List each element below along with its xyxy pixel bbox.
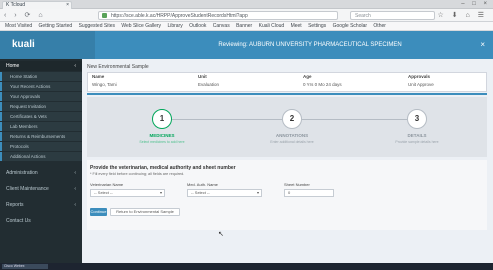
authority-select-value: -- Select -- [191,190,210,195]
sheet-number-label: Sheet Number [284,182,310,187]
bookmark-item[interactable]: Other [373,23,386,29]
table-cell: Unit Approve [408,82,434,87]
sidebar-item-lab-members[interactable]: Lab Members [0,122,82,131]
sidebar-item-approvals[interactable]: Your Approvals [0,92,82,101]
sidebar-header[interactable]: Home ‹ [0,61,82,71]
taskbar: Cisco Webex [0,263,493,270]
main-content: New Environmental Sample Name Unit Age A… [82,59,493,270]
browser-toolbar-icons[interactable]: ☆ ⬇ ⌂ ☰ [438,11,487,19]
browser-titlebar: K Tcloud × – □ × [0,0,493,9]
bookmark-item[interactable]: Kuali Cloud [259,23,285,29]
sidebar-item-recent-actions[interactable]: Your Recent Actions [0,82,82,91]
step-3-subtitle: Provide sample details here [395,140,439,144]
veterinarian-select-value: -- Select -- [94,190,113,195]
sidebar-group-administration[interactable]: Administration ‹ [0,167,82,179]
step-connector [172,119,282,120]
sidebar-item-certificates[interactable]: Certificates & Vets [0,112,82,121]
chevron-left-icon: ‹ [74,202,76,208]
table-cell: Evaluation [198,82,220,87]
close-icon[interactable]: × [480,40,485,49]
authority-select[interactable]: -- Select -- ▾ [187,189,262,197]
close-tab-icon[interactable]: × [66,2,69,9]
browser-toolbar: ‹ › ⟳ ⌂ https://sce.able.k.ac/HRPP/Appro… [0,9,493,22]
browser-search-input[interactable]: Search [350,11,435,20]
window-controls[interactable]: – □ × [461,1,490,8]
sidebar-group-label: Reports [6,202,24,208]
sidebar-group-reports[interactable]: Reports ‹ [0,199,82,211]
bookmark-item[interactable]: Settings [308,23,326,29]
sheet-number-input[interactable]: 0 [284,189,334,197]
bookmark-item[interactable]: Canvas [213,23,230,29]
sidebar-item-protocols[interactable]: Protocols [0,142,82,151]
app-logo[interactable]: kuali [0,31,95,59]
veterinarian-label: Veterinarian Name [90,182,124,187]
chevron-left-icon: ‹ [74,170,76,176]
step-2-subtitle: Enter additional details here [270,140,314,144]
taskbar-item[interactable]: Cisco Webex [2,264,48,269]
table-cell: 0 Yrs 0 Mo 24 days [303,82,342,87]
sidebar-item-home-station[interactable]: Home Station [0,72,82,81]
browser-tab[interactable]: K Tcloud × [2,1,72,9]
mouse-cursor-icon: ↖ [218,231,224,238]
form-title: Provide the veterinarian, medical author… [90,165,236,171]
continue-button[interactable]: Continue [90,208,107,216]
bookmark-item[interactable]: Suggested Sites [79,23,115,29]
breadcrumb: New Environmental Sample [87,64,149,70]
return-button[interactable]: Return to Environmental Sample [110,208,180,216]
sample-form: Provide the veterinarian, medical author… [87,160,487,230]
sidebar: Home ‹ Home Station Your Recent Actions … [0,59,82,270]
form-hint: * Fill every field before continuing; al… [90,172,185,176]
browser-tab-title: K Tcloud [6,2,26,8]
sidebar-group-label: Administration [6,170,38,176]
url-bar[interactable]: https://sce.able.k.ac/HRPP/ApproveStuden… [98,11,338,20]
step-1-subtitle: Select medicines to add here [139,140,185,144]
bookmarks-bar: Most Visited Getting Started Suggested S… [0,22,493,31]
bookmark-item[interactable]: Library [167,23,182,29]
table-header: Age [303,74,312,79]
sidebar-group-client-maintenance[interactable]: Client Maintenance ‹ [0,183,82,195]
chevron-left-icon: ‹ [74,63,76,69]
chevron-down-icon: ▾ [256,190,259,195]
step-2-title: ANNOTATIONS [275,133,309,138]
table-cell: Wingo, Tami [92,82,117,87]
sidebar-item-additional-actions[interactable]: Additional Actions [0,152,82,161]
step-3-circle[interactable]: 3 [407,109,427,129]
table-header: Unit [198,74,207,79]
sidebar-group-label: Contact Us [6,218,31,224]
url-text: https://sce.able.k.ac/HRPP/ApproveStuden… [111,13,248,19]
chevron-left-icon: ‹ [74,186,76,192]
chevron-down-icon: ▾ [159,190,162,195]
page-title: Reviewing: AUBURN UNIVERSITY PHARMACEUTI… [218,42,402,48]
bookmark-item[interactable]: Google Scholar [333,23,367,29]
info-table: Name Unit Age Approvals Wingo, Tami Eval… [87,72,487,92]
bookmark-item[interactable]: Outlook [189,23,206,29]
sidebar-item-request-invitation[interactable]: Request Invitation [0,102,82,111]
authority-label: Med. Auth. Name [187,182,218,187]
lock-icon [102,13,107,18]
step-wizard: 1 MEDICINES Select medicines to add here… [87,97,487,157]
bookmark-item[interactable]: Banner [236,23,252,29]
sidebar-group-contact-us[interactable]: Contact Us [0,215,82,227]
step-connector [302,119,407,120]
navigation-buttons[interactable]: ‹ › ⟳ ⌂ [4,11,46,19]
bookmark-item[interactable]: Getting Started [39,23,73,29]
step-1-circle[interactable]: 1 [152,109,172,129]
sidebar-group-label: Client Maintenance [6,186,49,192]
bookmark-item[interactable]: Web Slice Gallery [121,23,161,29]
table-header: Approvals [408,74,431,79]
divider [87,93,487,95]
bookmark-item[interactable]: Meet [291,23,302,29]
sidebar-item-returns[interactable]: Returns & Reimbursements [0,132,82,141]
step-2-circle[interactable]: 2 [282,109,302,129]
table-header: Name [92,74,105,79]
sidebar-header-label: Home [6,63,20,69]
bookmark-item[interactable]: Most Visited [5,23,32,29]
step-1-title: MEDICINES [149,133,175,138]
app-header: kuali Reviewing: AUBURN UNIVERSITY PHARM… [0,31,493,59]
step-3-title: DETAILS [407,133,427,138]
veterinarian-select[interactable]: -- Select -- ▾ [90,189,165,197]
